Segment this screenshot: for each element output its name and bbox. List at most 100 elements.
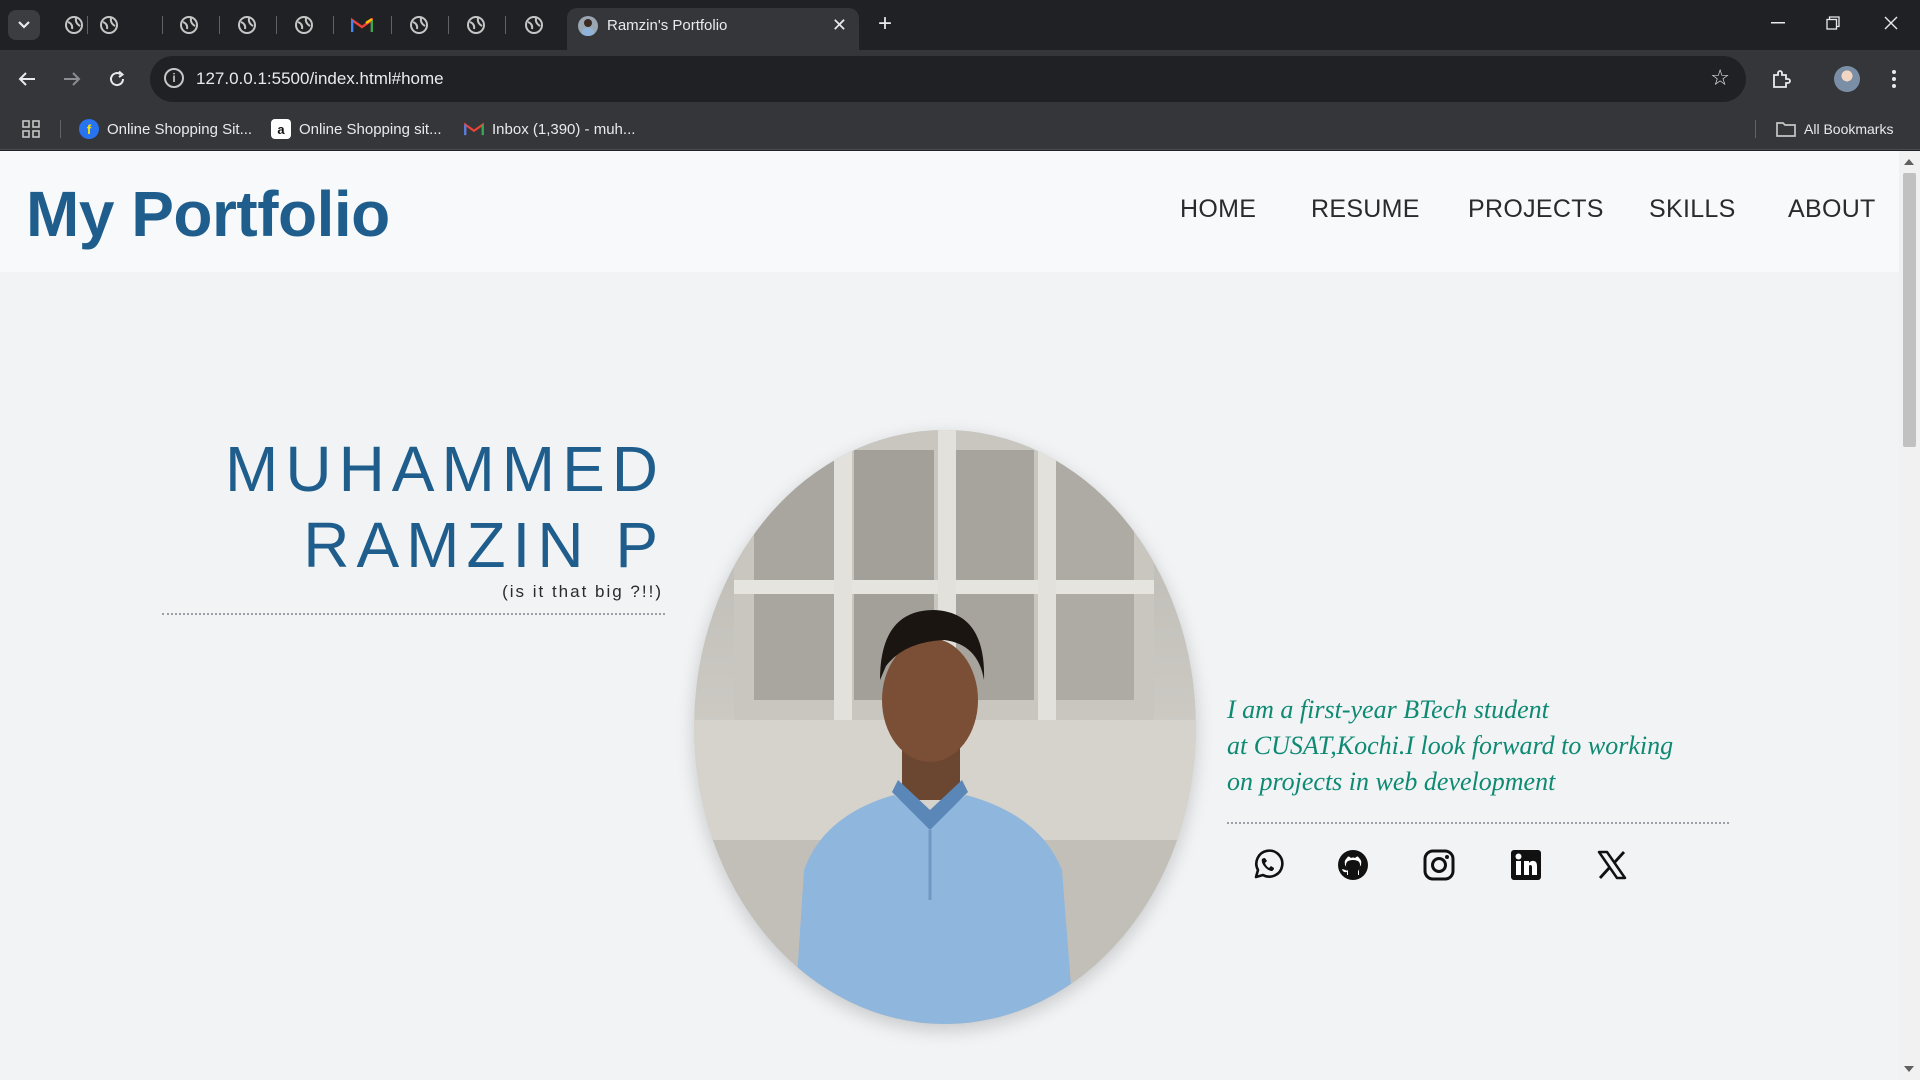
globe-icon <box>65 16 83 34</box>
bookmark-item[interactable]: Inbox (1,390) - muh... <box>464 118 635 140</box>
tab-separator <box>333 16 334 34</box>
x-icon <box>1597 850 1627 880</box>
pinned-tab-globe[interactable] <box>463 12 489 38</box>
close-tab-icon[interactable]: ✕ <box>832 15 847 36</box>
tab-search-button[interactable] <box>8 10 40 40</box>
pinned-tab-globe[interactable] <box>234 12 260 38</box>
nav-skills[interactable]: SKILLS <box>1649 195 1736 224</box>
folder-icon <box>1776 122 1796 137</box>
bookmark-label: Inbox (1,390) - muh... <box>492 120 636 138</box>
tab-strip: Ramzin's Portfolio ✕ + <box>0 0 1920 50</box>
arrow-right-icon <box>64 72 81 86</box>
pinned-tab-globe[interactable] <box>61 12 87 38</box>
bookmark-star-icon[interactable]: ☆ <box>1710 65 1730 91</box>
x-twitter-link[interactable] <box>1593 846 1631 884</box>
page-scrollbar[interactable] <box>1899 151 1920 1080</box>
address-bar[interactable]: i 127.0.0.1:5500/index.html#home ☆ <box>150 56 1746 102</box>
minimize-icon <box>1771 22 1785 24</box>
amazon-icon: a <box>271 119 291 139</box>
github-link[interactable] <box>1334 846 1372 884</box>
new-tab-button[interactable]: + <box>870 10 900 38</box>
github-icon <box>1338 850 1368 880</box>
gmail-icon <box>351 17 373 32</box>
close-icon <box>1884 16 1898 30</box>
tab-separator <box>391 16 392 34</box>
browser-toolbar: i 127.0.0.1:5500/index.html#home ☆ <box>0 50 1920 108</box>
bio-divider <box>1227 822 1729 824</box>
reload-button[interactable] <box>100 62 134 96</box>
nav-projects[interactable]: PROJECTS <box>1468 195 1604 224</box>
kebab-menu-icon <box>1892 70 1896 88</box>
bookmark-label: Online Shopping Sit... <box>107 120 253 138</box>
nav-about[interactable]: ABOUT <box>1788 195 1876 224</box>
pinned-tab-globe[interactable] <box>406 12 432 38</box>
tab-title: Ramzin's Portfolio <box>607 17 728 34</box>
flipkart-icon: f <box>79 119 99 139</box>
bio-line: I am a first-year BTech student <box>1227 695 1549 724</box>
apps-grid-icon <box>22 120 40 138</box>
globe-icon <box>180 16 198 34</box>
forward-button[interactable] <box>55 62 89 96</box>
site-header: My Portfolio HOME RESUME PROJECTS SKILLS… <box>0 151 1899 272</box>
globe-icon <box>525 16 543 34</box>
arrow-left-icon <box>18 72 35 86</box>
scrollbar-thumb[interactable] <box>1903 173 1916 447</box>
gmail-icon <box>464 122 484 136</box>
bookmark-label: Online Shopping sit... <box>299 120 442 138</box>
tab-separator <box>219 16 220 34</box>
extensions-button[interactable] <box>1764 62 1798 96</box>
pinned-tab-globe[interactable] <box>521 12 547 38</box>
tab-separator <box>87 16 88 34</box>
restore-button[interactable] <box>1813 8 1853 38</box>
linkedin-link[interactable] <box>1507 846 1545 884</box>
globe-icon <box>295 16 313 34</box>
menu-button[interactable] <box>1877 62 1911 96</box>
globe-icon <box>410 16 428 34</box>
bookmark-item[interactable]: f Online Shopping Sit... <box>79 118 252 140</box>
back-button[interactable] <box>10 62 44 96</box>
minimize-button[interactable] <box>1758 8 1798 38</box>
name-divider <box>162 613 665 615</box>
url-text[interactable]: 127.0.0.1:5500/index.html#home <box>196 69 444 89</box>
scroll-up-arrow[interactable] <box>1904 159 1914 165</box>
pinned-tab-globe[interactable] <box>291 12 317 38</box>
site-info-icon[interactable]: i <box>164 68 184 88</box>
whatsapp-icon <box>1254 849 1284 879</box>
hero-name-line2: RAMZIN P <box>303 509 665 581</box>
bio-line: at CUSAT,Kochi.I look forward to working <box>1227 731 1674 760</box>
pinned-tab-globe[interactable] <box>96 12 122 38</box>
reload-icon <box>110 70 125 87</box>
site-logo[interactable]: My Portfolio <box>26 177 390 251</box>
tab-separator <box>276 16 277 34</box>
pinned-tab-gmail[interactable] <box>349 12 375 38</box>
globe-icon <box>100 16 118 34</box>
bookmarks-separator <box>1755 120 1756 138</box>
bio-line: on projects in web development <box>1227 767 1556 796</box>
close-window-button[interactable] <box>1871 8 1911 38</box>
tab-separator <box>448 16 449 34</box>
tab-favicon <box>578 16 598 36</box>
instagram-link[interactable] <box>1420 846 1458 884</box>
bookmark-item[interactable]: a Online Shopping sit... <box>271 118 442 140</box>
apps-button[interactable] <box>22 118 40 140</box>
scroll-down-arrow[interactable] <box>1904 1066 1914 1072</box>
linkedin-icon <box>1511 850 1541 880</box>
nav-resume[interactable]: RESUME <box>1311 195 1420 224</box>
puzzle-icon <box>1773 70 1791 88</box>
profile-avatar[interactable] <box>1834 66 1860 92</box>
chevron-down-icon <box>18 21 30 29</box>
instagram-icon <box>1423 849 1455 881</box>
bookmarks-bar: f Online Shopping Sit... a Online Shoppi… <box>0 108 1920 150</box>
page-viewport: My Portfolio HOME RESUME PROJECTS SKILLS… <box>0 151 1899 1080</box>
globe-icon <box>238 16 256 34</box>
active-tab[interactable]: Ramzin's Portfolio ✕ <box>567 8 859 50</box>
restore-icon <box>1826 16 1840 30</box>
hero-name-line1: MUHAMMED <box>225 433 665 505</box>
all-bookmarks-button[interactable]: All Bookmarks <box>1776 118 1893 140</box>
whatsapp-link[interactable] <box>1248 846 1286 884</box>
pinned-tab-globe[interactable] <box>176 12 202 38</box>
nav-home[interactable]: HOME <box>1180 195 1256 224</box>
hero-subtitle: (is it that big ?!!) <box>502 582 663 601</box>
tab-separator <box>505 16 506 34</box>
bookmarks-separator <box>60 120 61 138</box>
